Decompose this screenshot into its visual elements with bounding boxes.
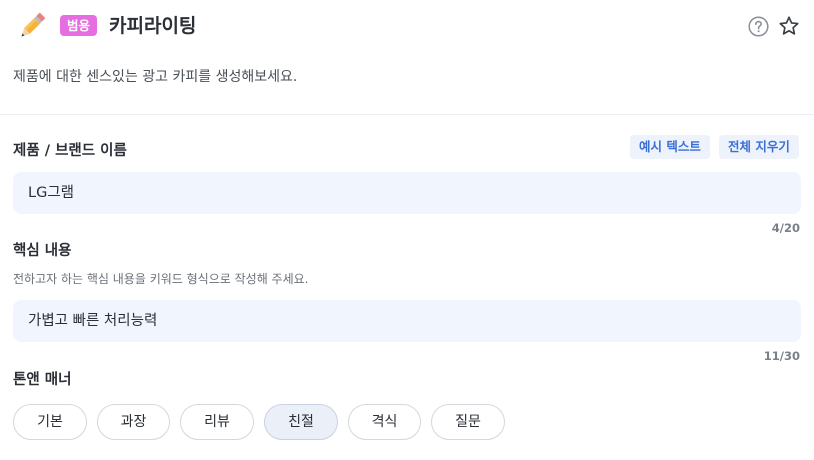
tone-option-exaggerate[interactable]: 과장	[97, 404, 170, 440]
divider	[0, 114, 814, 115]
example-text-button[interactable]: 예시 텍스트	[630, 135, 710, 159]
product-label: 제품 / 브랜드 이름	[13, 143, 127, 159]
header: 범용 카피라이팅	[0, 0, 814, 52]
page-description: 제품에 대한 센스있는 광고 카피를 생성해보세요.	[13, 69, 298, 85]
help-icon[interactable]	[748, 16, 769, 37]
category-badge: 범용	[60, 15, 98, 36]
tone-label: 톤앤 매너	[13, 372, 72, 388]
tone-option-review[interactable]: 리뷰	[180, 404, 254, 440]
page-title: 카피라이팅	[109, 15, 197, 37]
tone-option-kind[interactable]: 친절	[264, 404, 338, 440]
clear-all-button[interactable]: 전체 지우기	[719, 135, 799, 159]
core-content-hint: 전하고자 하는 핵심 내용을 키워드 형식으로 작성해 주세요.	[13, 272, 309, 286]
product-char-counter: 4/20	[771, 221, 800, 235]
core-char-counter: 11/30	[763, 349, 800, 363]
core-content-input[interactable]: 가볍고 빠른 처리능력	[13, 300, 801, 342]
tone-option-question[interactable]: 질문	[431, 404, 505, 440]
tone-option-formal[interactable]: 격식	[348, 404, 421, 440]
product-name-input[interactable]: LG그램	[13, 172, 801, 214]
star-icon[interactable]	[778, 15, 800, 37]
tone-option-basic[interactable]: 기본	[13, 404, 87, 440]
core-content-label: 핵심 내용	[13, 243, 72, 259]
pencil-icon	[21, 12, 46, 37]
